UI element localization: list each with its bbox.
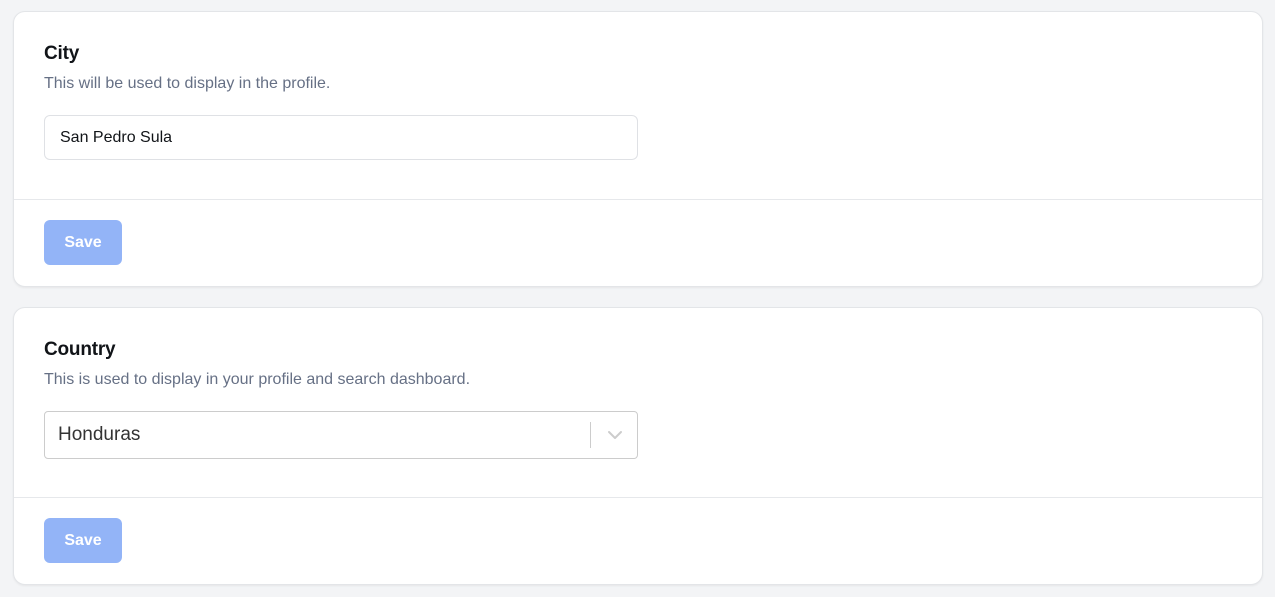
city-input[interactable] (44, 115, 638, 160)
select-indicator-separator (590, 422, 591, 448)
country-select-value: Honduras (58, 424, 141, 445)
city-save-button[interactable]: Save (44, 220, 122, 265)
country-card: Country This is used to display in your … (13, 307, 1263, 585)
country-save-button[interactable]: Save (44, 518, 122, 563)
country-title: Country (44, 339, 116, 360)
city-card-body: City This will be used to display in the… (14, 12, 1262, 160)
country-card-footer: Save (14, 497, 1262, 584)
city-card-footer: Save (14, 199, 1262, 286)
city-description: This will be used to display in the prof… (44, 75, 331, 92)
country-select[interactable]: Honduras (44, 411, 638, 459)
city-card: City This will be used to display in the… (13, 11, 1263, 287)
country-description: This is used to display in your profile … (44, 371, 471, 388)
chevron-down-icon[interactable] (604, 425, 626, 445)
country-card-body: Country This is used to display in your … (14, 308, 1262, 459)
city-title: City (44, 43, 80, 64)
